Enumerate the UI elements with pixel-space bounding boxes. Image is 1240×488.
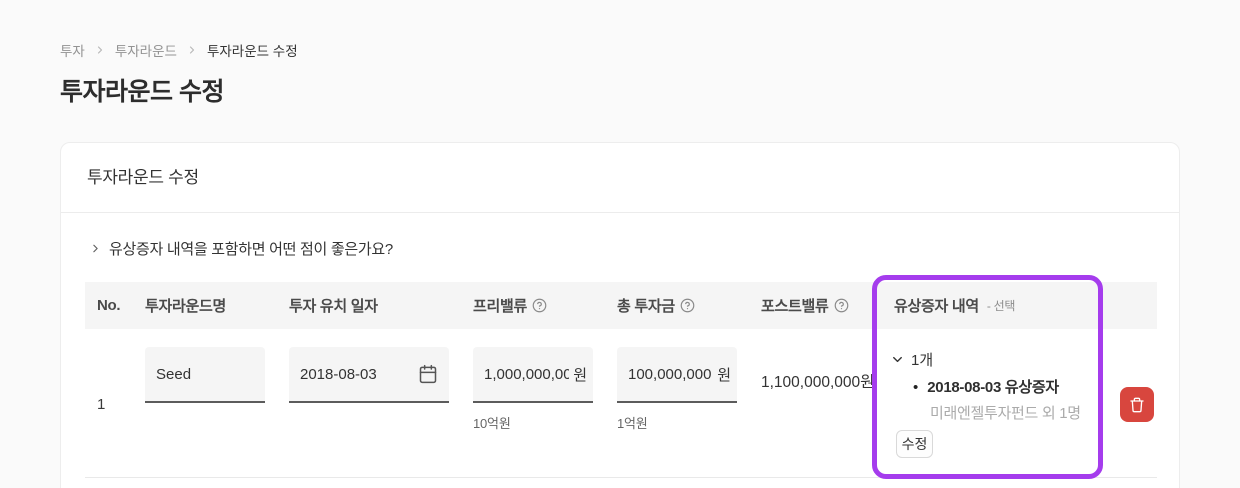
table-header-row: No. 투자라운드명 투자 유치 일자 프리밸류 총 투자금 포스트밸류 — [85, 282, 1157, 329]
edit-subhistory-button[interactable]: 수정 — [896, 430, 933, 458]
col-header-subhistory-suffix: - 선택 — [987, 297, 1015, 314]
subhistory-info-question: 유상증자 내역을 포함하면 어떤 점이 좋은가요? — [109, 238, 393, 259]
page-title: 투자라운드 수정 — [60, 72, 224, 108]
chevron-right-icon — [186, 44, 198, 56]
card-title: 투자라운드 수정 — [87, 143, 199, 213]
chevron-down-icon — [890, 352, 905, 367]
calendar-icon[interactable] — [414, 364, 449, 384]
col-header-no: No. — [97, 282, 120, 329]
subhistory-item-title: 2018-08-03 유상증자 — [927, 379, 1059, 397]
chevron-right-icon — [89, 242, 102, 255]
delete-row-button[interactable] — [1120, 387, 1154, 422]
col-header-subhistory-label: 유상증자 내역 — [894, 295, 979, 316]
trash-icon — [1129, 397, 1145, 413]
question-circle-icon[interactable] — [680, 298, 695, 313]
post-value-text: 1,100,000,000원 — [761, 370, 874, 392]
card-header: 투자라운드 수정 — [61, 143, 1179, 213]
subhistory-dropdown-toggle[interactable]: 1개 — [890, 349, 933, 370]
pre-value-input[interactable] — [473, 366, 569, 383]
subhistory-item-detail: 미래엔젤투자펀드 외 1명 — [930, 402, 1081, 423]
col-header-total-investment: 총 투자금 — [617, 282, 695, 329]
breadcrumb-item-current: 투자라운드 수정 — [207, 40, 298, 60]
col-header-pre-label: 프리밸류 — [473, 295, 527, 316]
question-circle-icon[interactable] — [532, 298, 547, 313]
total-investment-field: 원 — [617, 347, 737, 403]
col-header-name: 투자라운드명 — [145, 282, 226, 329]
breadcrumb-item-invest[interactable]: 투자 — [60, 40, 85, 60]
investment-date-input[interactable] — [289, 366, 414, 383]
pre-value-hint: 10억원 — [473, 413, 511, 432]
total-investment-input[interactable] — [617, 366, 713, 383]
col-header-post-label: 포스트밸류 — [761, 295, 829, 316]
subhistory-list-item: • 2018-08-03 유상증자 — [913, 379, 1059, 397]
table-row: 1 원 10억원 원 1억원 — [85, 329, 1157, 478]
chevron-right-icon — [94, 44, 106, 56]
subhistory-count: 1개 — [911, 349, 933, 370]
breadcrumb-item-rounds[interactable]: 투자라운드 — [115, 40, 177, 60]
row-number: 1 — [97, 396, 105, 413]
col-header-subhistory: 유상증자 내역 - 선택 — [894, 282, 1015, 329]
subhistory-info-toggle[interactable]: 유상증자 내역을 포함하면 어떤 점이 좋은가요? — [89, 238, 393, 259]
investment-round-edit-screen: 투자 투자라운드 투자라운드 수정 투자라운드 수정 투자라운드 수정 유상증자… — [0, 0, 1240, 488]
pre-value-unit: 원 — [569, 364, 593, 385]
round-name-input[interactable] — [145, 366, 265, 383]
investment-date-field — [289, 347, 449, 403]
pre-value-field: 원 — [473, 347, 593, 403]
breadcrumb: 투자 투자라운드 투자라운드 수정 — [60, 40, 298, 60]
col-header-total-label: 총 투자금 — [617, 295, 675, 316]
bullet-icon: • — [913, 379, 918, 397]
total-investment-hint: 1억원 — [617, 413, 648, 432]
question-circle-icon[interactable] — [834, 298, 849, 313]
investment-round-card: 투자라운드 수정 유상증자 내역을 포함하면 어떤 점이 좋은가요? No. 투… — [60, 142, 1180, 488]
round-name-field — [145, 347, 265, 403]
col-header-post-value: 포스트밸류 — [761, 282, 849, 329]
col-header-date: 투자 유치 일자 — [289, 282, 378, 329]
total-investment-unit: 원 — [713, 364, 737, 385]
col-header-pre-value: 프리밸류 — [473, 282, 547, 329]
